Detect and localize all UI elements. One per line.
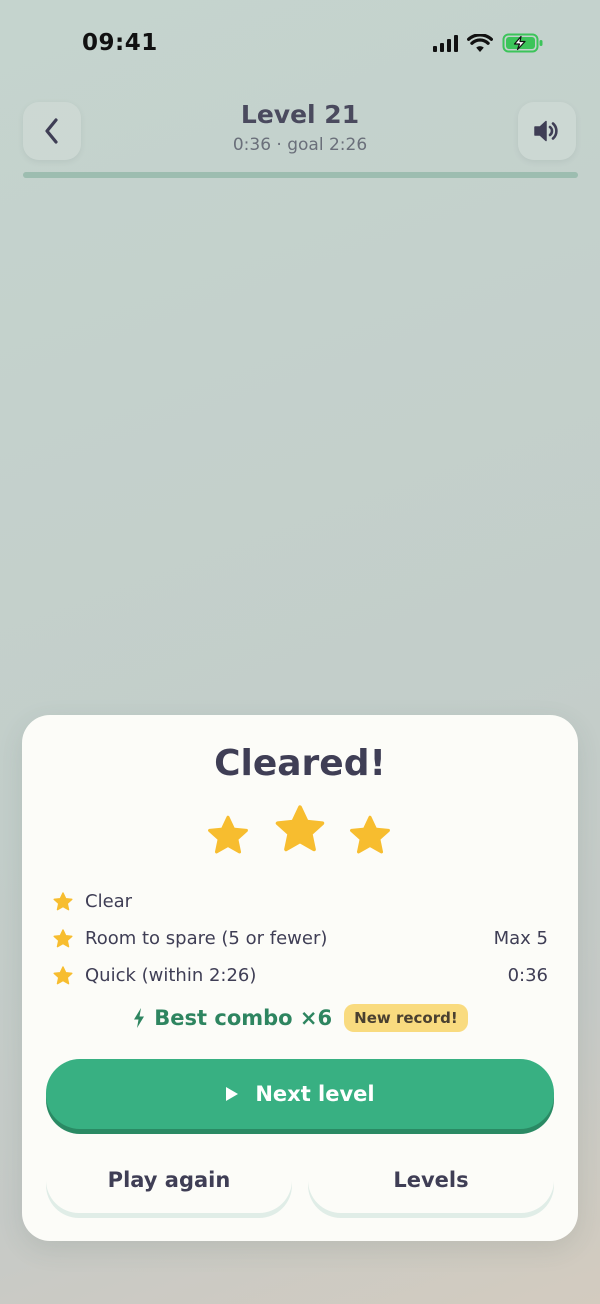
star-rating — [22, 805, 578, 867]
level-complete-card: Cleared! Clear Room to spare (5 or fewer… — [22, 715, 578, 1241]
levels-label: Levels — [393, 1168, 469, 1192]
play-icon — [226, 1087, 239, 1101]
play-again-button[interactable]: Play again — [46, 1147, 292, 1213]
star-icon — [53, 928, 73, 947]
status-bar: 09:41 — [0, 0, 600, 90]
level-title: Level 21 — [240, 100, 360, 129]
play-again-label: Play again — [107, 1168, 231, 1192]
criteria-value: Max 5 — [493, 928, 548, 949]
criteria-label: Quick (within 2:26) — [85, 965, 257, 986]
star-icon — [208, 815, 248, 854]
criteria-item: Quick (within 2:26) 0:36 — [52, 957, 548, 994]
criteria-value: 0:36 — [507, 965, 548, 986]
star-icon — [350, 815, 390, 854]
chevron-left-icon — [45, 118, 58, 144]
result-title: Cleared! — [214, 743, 386, 784]
sound-toggle-button[interactable] — [518, 102, 576, 160]
status-time: 09:41 — [82, 30, 158, 56]
criteria-label: Clear — [85, 891, 133, 912]
level-progress-fill — [23, 172, 578, 178]
level-progress-bar — [23, 172, 578, 178]
speaker-icon — [534, 120, 558, 142]
criteria-item: Clear — [52, 883, 548, 920]
next-level-button[interactable]: Next level — [46, 1059, 554, 1129]
criteria-list: Clear Room to spare (5 or fewer) Max 5 Q… — [52, 883, 548, 994]
best-combo: Best combo ×6 — [154, 1006, 333, 1030]
lightning-bolt-icon — [134, 1008, 145, 1028]
cellular-signal-icon — [433, 34, 458, 52]
battery-charging-icon — [502, 33, 543, 53]
star-icon — [53, 891, 73, 910]
criteria-label: Room to spare (5 or fewer) — [85, 928, 328, 949]
new-record-badge: New record! — [344, 1004, 468, 1032]
criteria-item: Room to spare (5 or fewer) Max 5 — [52, 920, 548, 957]
status-icons — [433, 33, 544, 53]
level-header: Level 21 0:36 · goal 2:26 — [150, 100, 450, 155]
next-level-label: Next level — [255, 1082, 375, 1106]
levels-button[interactable]: Levels — [308, 1147, 554, 1213]
star-icon — [53, 965, 73, 984]
combo-row: Best combo ×6 New record! — [22, 1004, 578, 1032]
wifi-icon — [467, 33, 493, 52]
back-button[interactable] — [23, 102, 81, 160]
star-icon — [275, 805, 325, 852]
level-timer: 0:36 · goal 2:26 — [232, 135, 368, 155]
